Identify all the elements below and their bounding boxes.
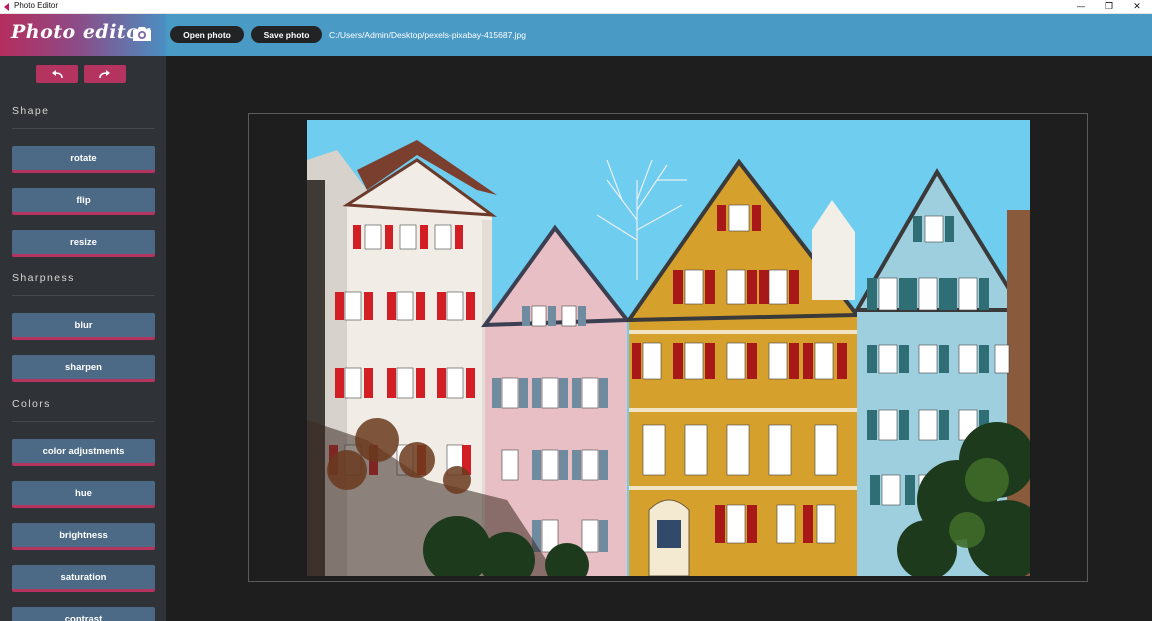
app-header: Photo editor Open photo Save photo C:/Us… xyxy=(0,14,1152,56)
file-path: C:/Users/Admin/Desktop/pexels-pixabay-41… xyxy=(329,30,527,40)
undo-button[interactable] xyxy=(36,65,78,83)
divider xyxy=(12,295,155,296)
rotate-button[interactable]: rotate xyxy=(12,146,155,170)
hue-button[interactable]: hue xyxy=(12,481,155,505)
photo-image xyxy=(307,120,1030,576)
logo: Photo editor xyxy=(0,14,166,56)
photo-preview xyxy=(307,120,1030,576)
redo-button[interactable] xyxy=(84,65,126,83)
window-title: Photo Editor xyxy=(14,1,59,10)
redo-icon xyxy=(99,69,110,78)
window-title-bar: Photo Editor — ❐ ✕ xyxy=(0,0,1152,14)
divider xyxy=(12,421,155,422)
open-photo-button[interactable]: Open photo xyxy=(170,26,244,43)
logo-text: Photo editor xyxy=(11,21,150,43)
camera-icon xyxy=(133,27,151,41)
color-adjustments-button[interactable]: color adjustments xyxy=(12,439,155,463)
tool-sidebar: Shape rotate flip resize Sharpness blur … xyxy=(0,56,166,621)
sharpen-button[interactable]: sharpen xyxy=(12,355,155,379)
contrast-button[interactable]: contrast xyxy=(12,607,155,621)
canvas-area xyxy=(166,56,1152,621)
maximize-button[interactable]: ❐ xyxy=(1094,0,1124,14)
flip-button[interactable]: flip xyxy=(12,188,155,212)
resize-button[interactable]: resize xyxy=(12,230,155,254)
blur-button[interactable]: blur xyxy=(12,313,155,337)
minimize-button[interactable]: — xyxy=(1066,0,1096,14)
close-button[interactable]: ✕ xyxy=(1122,0,1152,14)
section-label-colors: Colors xyxy=(12,398,51,410)
section-label-sharpness: Sharpness xyxy=(12,272,75,284)
undo-icon xyxy=(52,69,63,78)
section-label-shape: Shape xyxy=(12,105,50,117)
saturation-button[interactable]: saturation xyxy=(12,565,155,589)
brightness-button[interactable]: brightness xyxy=(12,523,155,547)
image-frame xyxy=(248,113,1088,582)
app-icon xyxy=(4,3,9,11)
save-photo-button[interactable]: Save photo xyxy=(251,26,322,43)
divider xyxy=(12,128,155,129)
